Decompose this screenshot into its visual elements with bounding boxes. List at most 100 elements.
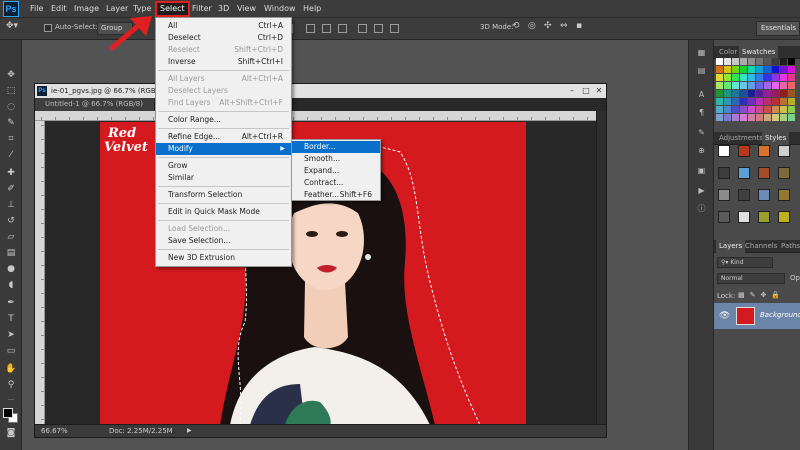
- path-select-tool-icon[interactable]: ➤: [5, 330, 17, 340]
- clone-source-panel-icon[interactable]: ⊕: [696, 146, 707, 156]
- menu-file[interactable]: File: [30, 0, 43, 18]
- style-chip[interactable]: [758, 145, 770, 157]
- more-tools-icon[interactable]: …: [5, 394, 17, 404]
- swatch-chip[interactable]: [724, 82, 731, 89]
- swatch-chip[interactable]: [764, 74, 771, 81]
- swatch-chip[interactable]: [772, 74, 779, 81]
- eraser-tool-icon[interactable]: ▱: [5, 232, 17, 242]
- swatch-chip[interactable]: [724, 58, 731, 65]
- maximize-icon[interactable]: □: [580, 84, 592, 98]
- swatch-chip[interactable]: [772, 82, 779, 89]
- swatch-chip[interactable]: [716, 106, 723, 113]
- swatch-chip[interactable]: [740, 82, 747, 89]
- hand-tool-icon[interactable]: ✋: [5, 364, 17, 374]
- swatch-chip[interactable]: [756, 98, 763, 105]
- status-expand-icon[interactable]: ▶: [187, 425, 192, 437]
- minimize-icon[interactable]: –: [566, 84, 578, 98]
- menu-3d[interactable]: 3D: [218, 0, 229, 18]
- tab-styles[interactable]: Styles: [762, 132, 790, 145]
- swatch-chip[interactable]: [756, 74, 763, 81]
- healing-tool-icon[interactable]: ✚: [5, 168, 17, 178]
- swatch-chip[interactable]: [780, 66, 787, 73]
- menu-view[interactable]: View: [237, 0, 256, 18]
- style-chip[interactable]: [718, 211, 730, 223]
- quick-mask-icon[interactable]: ◙: [5, 428, 17, 438]
- 3d-roll-icon[interactable]: ◎: [528, 21, 536, 31]
- swatch-chip[interactable]: [740, 58, 747, 65]
- move-tool-preset-icon[interactable]: ✥▾: [6, 21, 18, 31]
- character-panel-icon[interactable]: A: [696, 90, 707, 100]
- distribute-left-icon[interactable]: [358, 24, 367, 33]
- swatch-chip[interactable]: [780, 114, 787, 121]
- swatch-chip[interactable]: [724, 74, 731, 81]
- swatch-chip[interactable]: [716, 66, 723, 73]
- swatch-chip[interactable]: [780, 74, 787, 81]
- style-chip[interactable]: [758, 189, 770, 201]
- stamp-tool-icon[interactable]: ⊥: [5, 200, 17, 210]
- 3d-rotate-icon[interactable]: ⟲: [512, 21, 520, 31]
- document-tab[interactable]: Untitled-1 @ 66.7% (RGB/8): [35, 98, 155, 111]
- swatch-chip[interactable]: [756, 90, 763, 97]
- swatch-chip[interactable]: [724, 106, 731, 113]
- swatch-chip[interactable]: [764, 90, 771, 97]
- layer-filter-dropdown[interactable]: ⚲▾ Kind: [717, 257, 773, 268]
- brush-tool-icon[interactable]: ✐: [5, 184, 17, 194]
- history-brush-tool-icon[interactable]: ↺: [5, 216, 17, 226]
- swatch-chip[interactable]: [748, 106, 755, 113]
- menu-select[interactable]: Select: [155, 1, 190, 17]
- style-chip[interactable]: [758, 211, 770, 223]
- distribute-top-icon[interactable]: [306, 24, 315, 33]
- history-panel-icon[interactable]: ▦: [696, 48, 707, 58]
- swatch-chip[interactable]: [764, 114, 771, 121]
- style-chip[interactable]: [738, 167, 750, 179]
- swatch-chip[interactable]: [724, 114, 731, 121]
- style-chip[interactable]: [718, 145, 730, 157]
- swatch-chip[interactable]: [788, 66, 795, 73]
- distribute-vcenter-icon[interactable]: [322, 24, 331, 33]
- blur-tool-icon[interactable]: ●: [5, 264, 17, 274]
- swatch-chip[interactable]: [788, 58, 795, 65]
- submenu-item-contract[interactable]: Contract...: [292, 177, 380, 189]
- workspace-switcher[interactable]: Essentials: [756, 21, 800, 36]
- swatch-chip[interactable]: [732, 114, 739, 121]
- swatch-chip[interactable]: [756, 106, 763, 113]
- vertical-scrollbar[interactable]: [596, 111, 606, 426]
- pen-tool-icon[interactable]: ✒: [5, 298, 17, 308]
- menu-item-refine-edge[interactable]: Refine Edge... Alt+Ctrl+R: [156, 131, 291, 143]
- 3d-scale-icon[interactable]: ▪: [576, 21, 582, 31]
- swatch-chip[interactable]: [772, 66, 779, 73]
- actions-panel-icon[interactable]: ▶: [696, 186, 707, 196]
- document-title-bar[interactable]: Ps ie-01_pgvs.jpg @ 66.7% (RGB/8) – □ ✕: [35, 84, 606, 98]
- 3d-slide-icon[interactable]: ⇔: [560, 21, 568, 31]
- style-chip[interactable]: [778, 145, 790, 157]
- menu-item-transform-selection[interactable]: Transform Selection: [156, 189, 291, 201]
- auto-select-checkbox[interactable]: [44, 24, 52, 32]
- brush-panel-icon[interactable]: ✎: [696, 128, 707, 138]
- swatch-chip[interactable]: [740, 114, 747, 121]
- swatch-chip[interactable]: [788, 74, 795, 81]
- swatch-chip[interactable]: [756, 114, 763, 121]
- swatch-chip[interactable]: [716, 58, 723, 65]
- tab-adjustments[interactable]: Adjustments: [716, 132, 766, 145]
- gradient-tool-icon[interactable]: ▤: [5, 248, 17, 258]
- swatch-chip[interactable]: [772, 98, 779, 105]
- tab-layers[interactable]: Layers: [716, 240, 746, 253]
- swatch-chip[interactable]: [780, 58, 787, 65]
- swatch-chip[interactable]: [724, 98, 731, 105]
- swatch-chip[interactable]: [780, 98, 787, 105]
- swatch-chip[interactable]: [748, 90, 755, 97]
- zoom-tool-icon[interactable]: ⚲: [5, 380, 17, 390]
- style-chip[interactable]: [738, 189, 750, 201]
- layer-row-background[interactable]: 👁 Background: [714, 303, 800, 329]
- move-tool-icon[interactable]: ✥: [5, 70, 17, 80]
- swatch-chip[interactable]: [732, 74, 739, 81]
- style-chip[interactable]: [718, 189, 730, 201]
- menu-item-deselect[interactable]: Deselect Ctrl+D: [156, 32, 291, 44]
- menu-edit[interactable]: Edit: [51, 0, 67, 18]
- swatch-chip[interactable]: [740, 74, 747, 81]
- quick-select-tool-icon[interactable]: ✎: [5, 118, 17, 128]
- eyedropper-tool-icon[interactable]: ⁄: [5, 150, 17, 160]
- crop-tool-icon[interactable]: ⌗: [5, 134, 17, 144]
- swatch-chip[interactable]: [756, 82, 763, 89]
- style-chip[interactable]: [718, 167, 730, 179]
